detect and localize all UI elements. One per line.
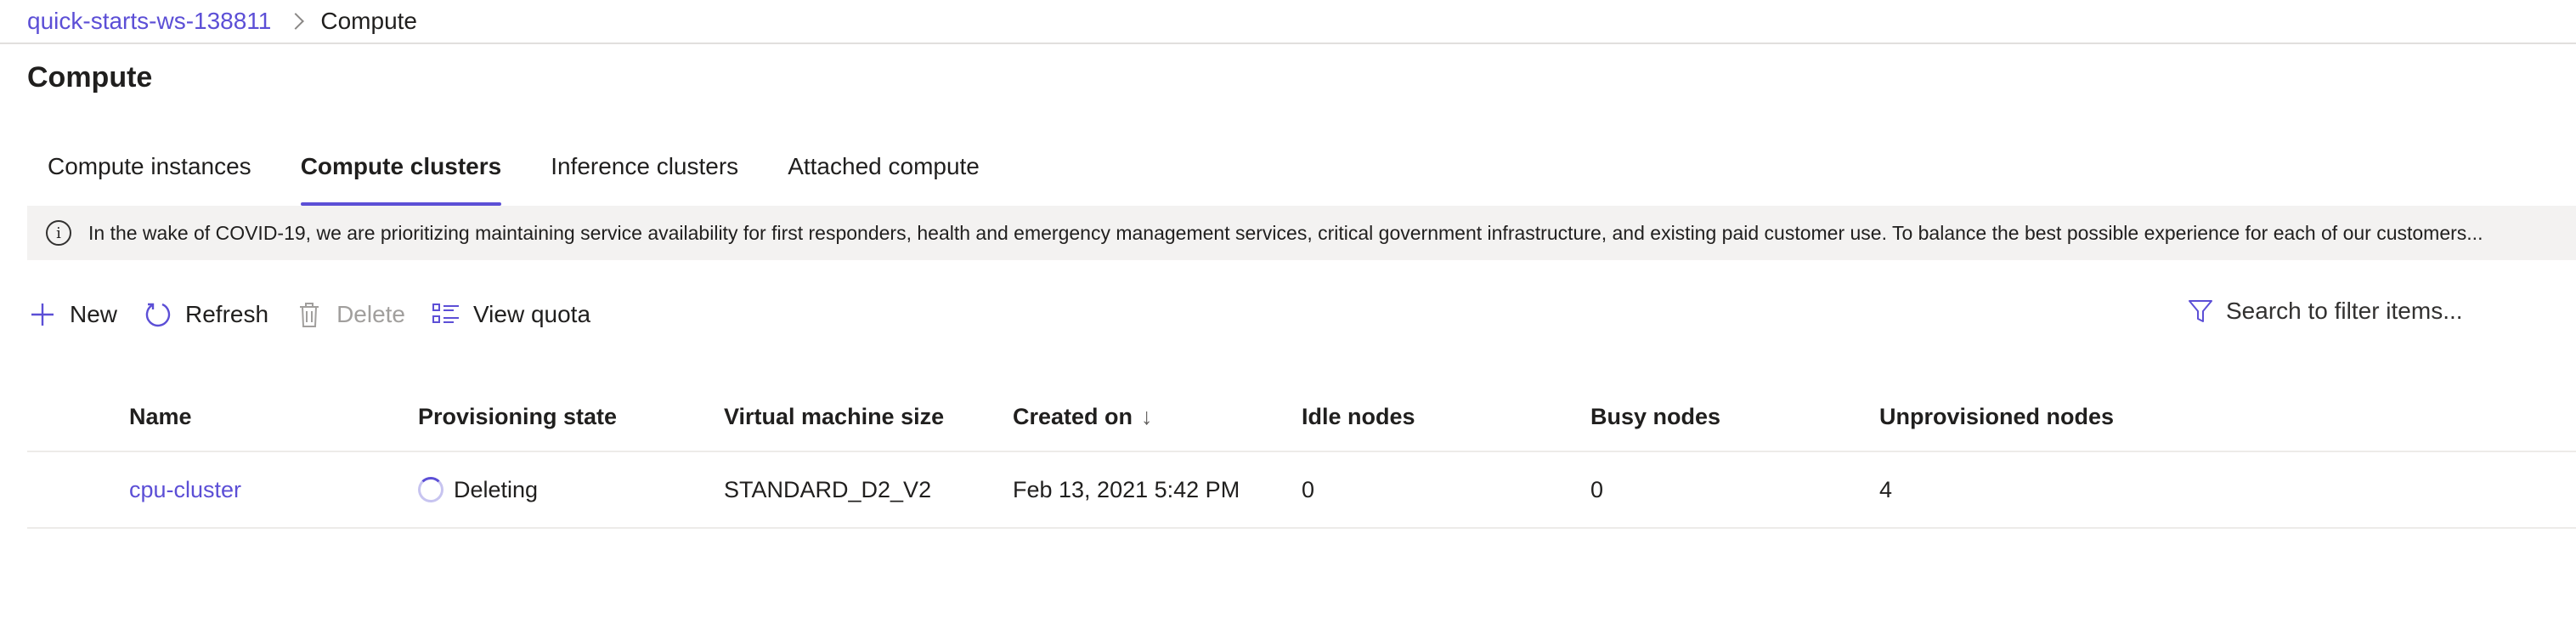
table-header: Name Provisioning state Virtual machine … <box>27 383 2576 452</box>
cluster-name-link[interactable]: cpu-cluster <box>129 477 241 503</box>
tab-inference-clusters[interactable]: Inference clusters <box>530 145 759 206</box>
idle-nodes-cell: 0 <box>1302 476 1315 502</box>
provisioning-state-label: Deleting <box>454 476 539 502</box>
refresh-icon <box>143 299 173 330</box>
list-icon <box>431 299 461 330</box>
tab-compute-clusters[interactable]: Compute clusters <box>280 145 523 206</box>
view-quota-button-label: View quota <box>473 301 591 327</box>
new-button-label: New <box>70 301 118 327</box>
page-title: Compute <box>27 61 153 94</box>
breadcrumb: quick-starts-ws-138811 Compute <box>27 0 417 43</box>
refresh-button[interactable]: Refresh <box>143 299 268 330</box>
search-input[interactable] <box>2226 298 2481 325</box>
info-icon: i <box>46 220 71 246</box>
busy-nodes-cell: 0 <box>1590 476 1604 502</box>
view-quota-button[interactable]: View quota <box>431 299 590 330</box>
tab-compute-instances[interactable]: Compute instances <box>27 145 272 206</box>
breadcrumb-workspace-link[interactable]: quick-starts-ws-138811 <box>27 8 271 35</box>
vm-size-cell: STANDARD_D2_V2 <box>724 476 932 502</box>
trash-icon <box>294 299 325 330</box>
covid-info-banner: i In the wake of COVID-19, we are priori… <box>27 206 2576 260</box>
filter-search <box>2187 289 2481 333</box>
plus-icon <box>27 299 58 330</box>
filter-icon <box>2187 298 2214 325</box>
column-header-busy-nodes[interactable]: Busy nodes <box>1590 404 1720 430</box>
banner-text: In the wake of COVID-19, we are prioriti… <box>88 221 2483 244</box>
breadcrumb-current: Compute <box>320 8 417 34</box>
clusters-table: Name Provisioning state Virtual machine … <box>27 383 2576 529</box>
new-button[interactable]: New <box>27 299 117 330</box>
column-header-name[interactable]: Name <box>129 404 192 430</box>
toolbar: New Refresh Delete View quota <box>27 289 616 340</box>
column-header-vm-size[interactable]: Virtual machine size <box>724 404 944 430</box>
spinner-icon <box>418 477 443 502</box>
created-on-cell: Feb 13, 2021 5:42 PM <box>1013 476 1240 502</box>
column-header-created-on[interactable]: Created on ↓ <box>1013 404 1153 430</box>
delete-button[interactable]: Delete <box>294 299 405 330</box>
unprovisioned-nodes-cell: 4 <box>1879 476 1893 502</box>
column-header-provisioning-state[interactable]: Provisioning state <box>418 404 617 430</box>
compute-tabs: Compute instances Compute clusters Infer… <box>27 145 1008 206</box>
table-row[interactable]: cpu-cluster Deleting STANDARD_D2_V2 Feb … <box>27 452 2576 529</box>
column-header-created-on-label: Created on <box>1013 403 1133 429</box>
chevron-right-icon <box>287 13 305 30</box>
provisioning-state-cell: Deleting <box>418 477 538 503</box>
delete-button-label: Delete <box>336 301 405 327</box>
header-divider <box>0 43 2576 44</box>
sort-descending-icon: ↓ <box>1141 403 1153 429</box>
column-header-idle-nodes[interactable]: Idle nodes <box>1302 404 1415 430</box>
tab-attached-compute[interactable]: Attached compute <box>767 145 1000 206</box>
column-header-unprovisioned-nodes[interactable]: Unprovisioned nodes <box>1879 404 2114 430</box>
refresh-button-label: Refresh <box>185 301 269 327</box>
